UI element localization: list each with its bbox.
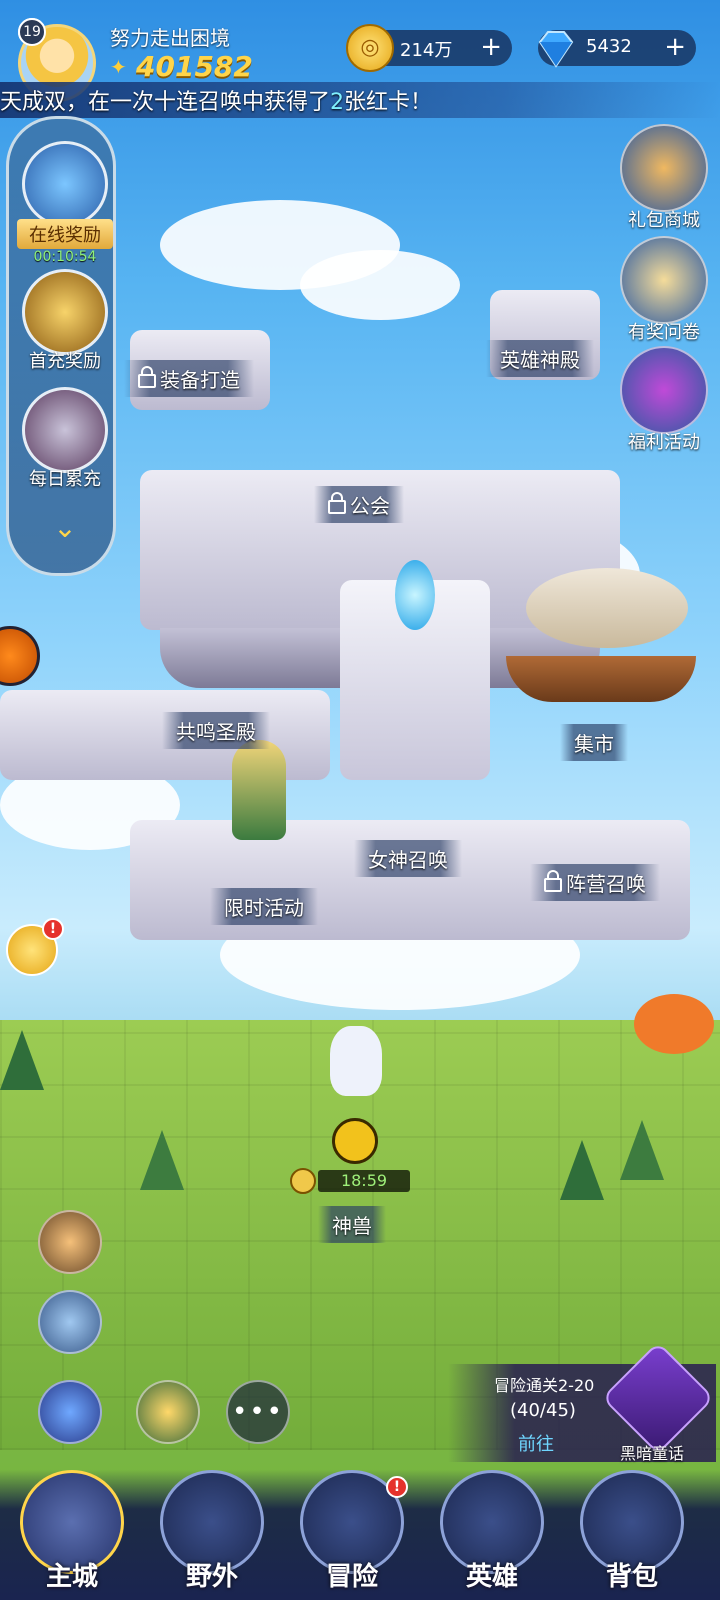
- resonance-label: 共鸣圣殿: [176, 720, 256, 744]
- resonance-temple-building[interactable]: 共鸣圣殿: [162, 712, 270, 749]
- hero-temple-building[interactable]: 英雄神殿: [486, 340, 594, 377]
- emoji-face-button[interactable]: [38, 1210, 102, 1274]
- dark-tale-label: 黑暗童话: [620, 1444, 685, 1463]
- quest-scroll-button[interactable]: [38, 1380, 102, 1444]
- faction-summon-label: 阵营召唤: [566, 872, 646, 896]
- market-building[interactable]: 集市: [560, 724, 628, 761]
- news-suffix: 张红卡！: [344, 90, 433, 115]
- hero-character: [232, 740, 286, 840]
- airship-hull: [506, 656, 696, 702]
- news-prefix: 天成双，在一次十连召唤中获得了: [0, 90, 331, 115]
- beast-building[interactable]: 神兽: [318, 1206, 386, 1243]
- cube-puzzle-button[interactable]: [136, 1380, 200, 1444]
- autumn-tree: [634, 994, 714, 1054]
- gift-shop-label: 礼包商城: [628, 210, 700, 231]
- nav-main-city[interactable]: 主城: [12, 1470, 132, 1600]
- news-count: 2: [330, 90, 345, 115]
- adventure-alert-badge: !: [386, 1476, 408, 1498]
- goddess-summon-building[interactable]: 女神召唤: [354, 840, 462, 877]
- tree: [620, 1120, 664, 1180]
- limited-event-building[interactable]: 限时活动: [210, 888, 318, 925]
- gold-coin-icon: ◎: [346, 24, 394, 72]
- gem-value: 5432: [586, 36, 632, 57]
- golden-knight-icon: [22, 269, 108, 355]
- news-ticker: 天成双，在一次十连召唤中获得了2张红卡！: [0, 82, 720, 118]
- rewards-panel: 在线奖励 00:10:54 首充奖励 每日累充 ⌄: [6, 116, 116, 576]
- lock-icon: [328, 492, 346, 514]
- nav-main-city-label: 主城: [45, 1562, 98, 1592]
- online-reward-timer: 00:10:54: [33, 249, 97, 265]
- hooded-girl-icon: [22, 387, 108, 473]
- guild-label: 公会: [350, 494, 390, 518]
- lock-icon: [138, 366, 156, 388]
- faction-summon-building[interactable]: 阵营召唤: [530, 864, 660, 901]
- beast-reward-icon[interactable]: [332, 1118, 378, 1164]
- hero-temple-label: 英雄神殿: [500, 348, 580, 372]
- beast-label: 神兽: [332, 1214, 372, 1238]
- nav-adventure-label: 冒险: [325, 1562, 378, 1592]
- gold-value: 214万: [400, 40, 453, 61]
- airship-balloon: [526, 568, 688, 648]
- survey-button[interactable]: 有奖问卷: [616, 236, 712, 344]
- goddess-summon-label: 女神召唤: [368, 848, 448, 872]
- adventure-progress: (40/45): [510, 1400, 576, 1421]
- gift-box-icon: [620, 346, 708, 434]
- nav-bag[interactable]: 背包: [572, 1470, 692, 1600]
- potion-icon: [22, 141, 108, 227]
- cloud: [300, 250, 460, 320]
- power-value: 401582: [136, 50, 253, 83]
- chevron-down-icon[interactable]: ⌄: [45, 511, 85, 544]
- first-recharge-label: 首充奖励: [29, 351, 101, 372]
- equipment-building[interactable]: 装备打造: [124, 360, 254, 397]
- chat-alert-badge: !: [42, 918, 64, 940]
- player-name: 努力走出困境: [110, 26, 230, 50]
- online-reward-label: 在线奖励: [17, 219, 113, 249]
- equipment-label: 装备打造: [160, 368, 240, 392]
- survey-label: 有奖问卷: [628, 322, 700, 343]
- adventure-stage-title: 冒险通关2-20: [494, 1376, 595, 1395]
- lock-icon: [544, 870, 562, 892]
- add-gem-button[interactable]: +: [664, 32, 686, 62]
- nav-heroes[interactable]: 英雄: [432, 1470, 552, 1600]
- online-reward-button[interactable]: 在线奖励 00:10:54: [17, 141, 113, 265]
- adventure-progress-panel[interactable]: 冒险通关2-20 (40/45) 前往 黑暗童话: [448, 1341, 716, 1463]
- beast-creature: [330, 1026, 382, 1096]
- more-options-icon[interactable]: •••: [226, 1380, 290, 1444]
- daily-recharge-label: 每日累充: [29, 469, 101, 490]
- crystal: [395, 560, 435, 630]
- limited-event-label: 限时活动: [224, 896, 304, 920]
- power-icon: ✦: [110, 55, 127, 79]
- welfare-label: 福利活动: [628, 432, 700, 453]
- treasure-chest-icon: [620, 124, 708, 212]
- nav-adventure[interactable]: 冒险 !: [292, 1470, 412, 1600]
- first-recharge-button[interactable]: 首充奖励: [17, 269, 113, 373]
- daily-recharge-button[interactable]: 每日累充: [17, 387, 113, 491]
- welfare-button[interactable]: 福利活动: [616, 346, 712, 454]
- news-text: 天成双，在一次十连召唤中获得了2张红卡！: [0, 84, 432, 116]
- mail-button[interactable]: [38, 1290, 102, 1354]
- tree: [140, 1130, 184, 1190]
- nav-wild[interactable]: 野外: [152, 1470, 272, 1600]
- scroll-icon: [620, 236, 708, 324]
- add-gold-button[interactable]: +: [480, 32, 502, 62]
- diamond-icon: [538, 31, 574, 68]
- tree: [560, 1140, 604, 1200]
- guild-building[interactable]: 公会: [314, 486, 404, 523]
- tree: [0, 1030, 44, 1090]
- player-level: 19: [18, 18, 46, 46]
- nav-wild-label: 野外: [185, 1562, 238, 1592]
- gold-currency[interactable]: ◎ 214万 +: [346, 24, 512, 72]
- gem-currency[interactable]: 5432 +: [538, 30, 696, 68]
- stopwatch-icon: [290, 1168, 316, 1194]
- market-label: 集市: [574, 732, 614, 756]
- nav-bag-label: 背包: [605, 1562, 658, 1592]
- nav-heroes-label: 英雄: [465, 1562, 518, 1592]
- beast-timer: 18:59: [318, 1170, 410, 1192]
- bottom-navigation: 主城 野外 冒险 ! 英雄 背包: [0, 1470, 720, 1600]
- gift-shop-button[interactable]: 礼包商城: [616, 124, 712, 232]
- adventure-go-button[interactable]: 前往: [518, 1430, 554, 1456]
